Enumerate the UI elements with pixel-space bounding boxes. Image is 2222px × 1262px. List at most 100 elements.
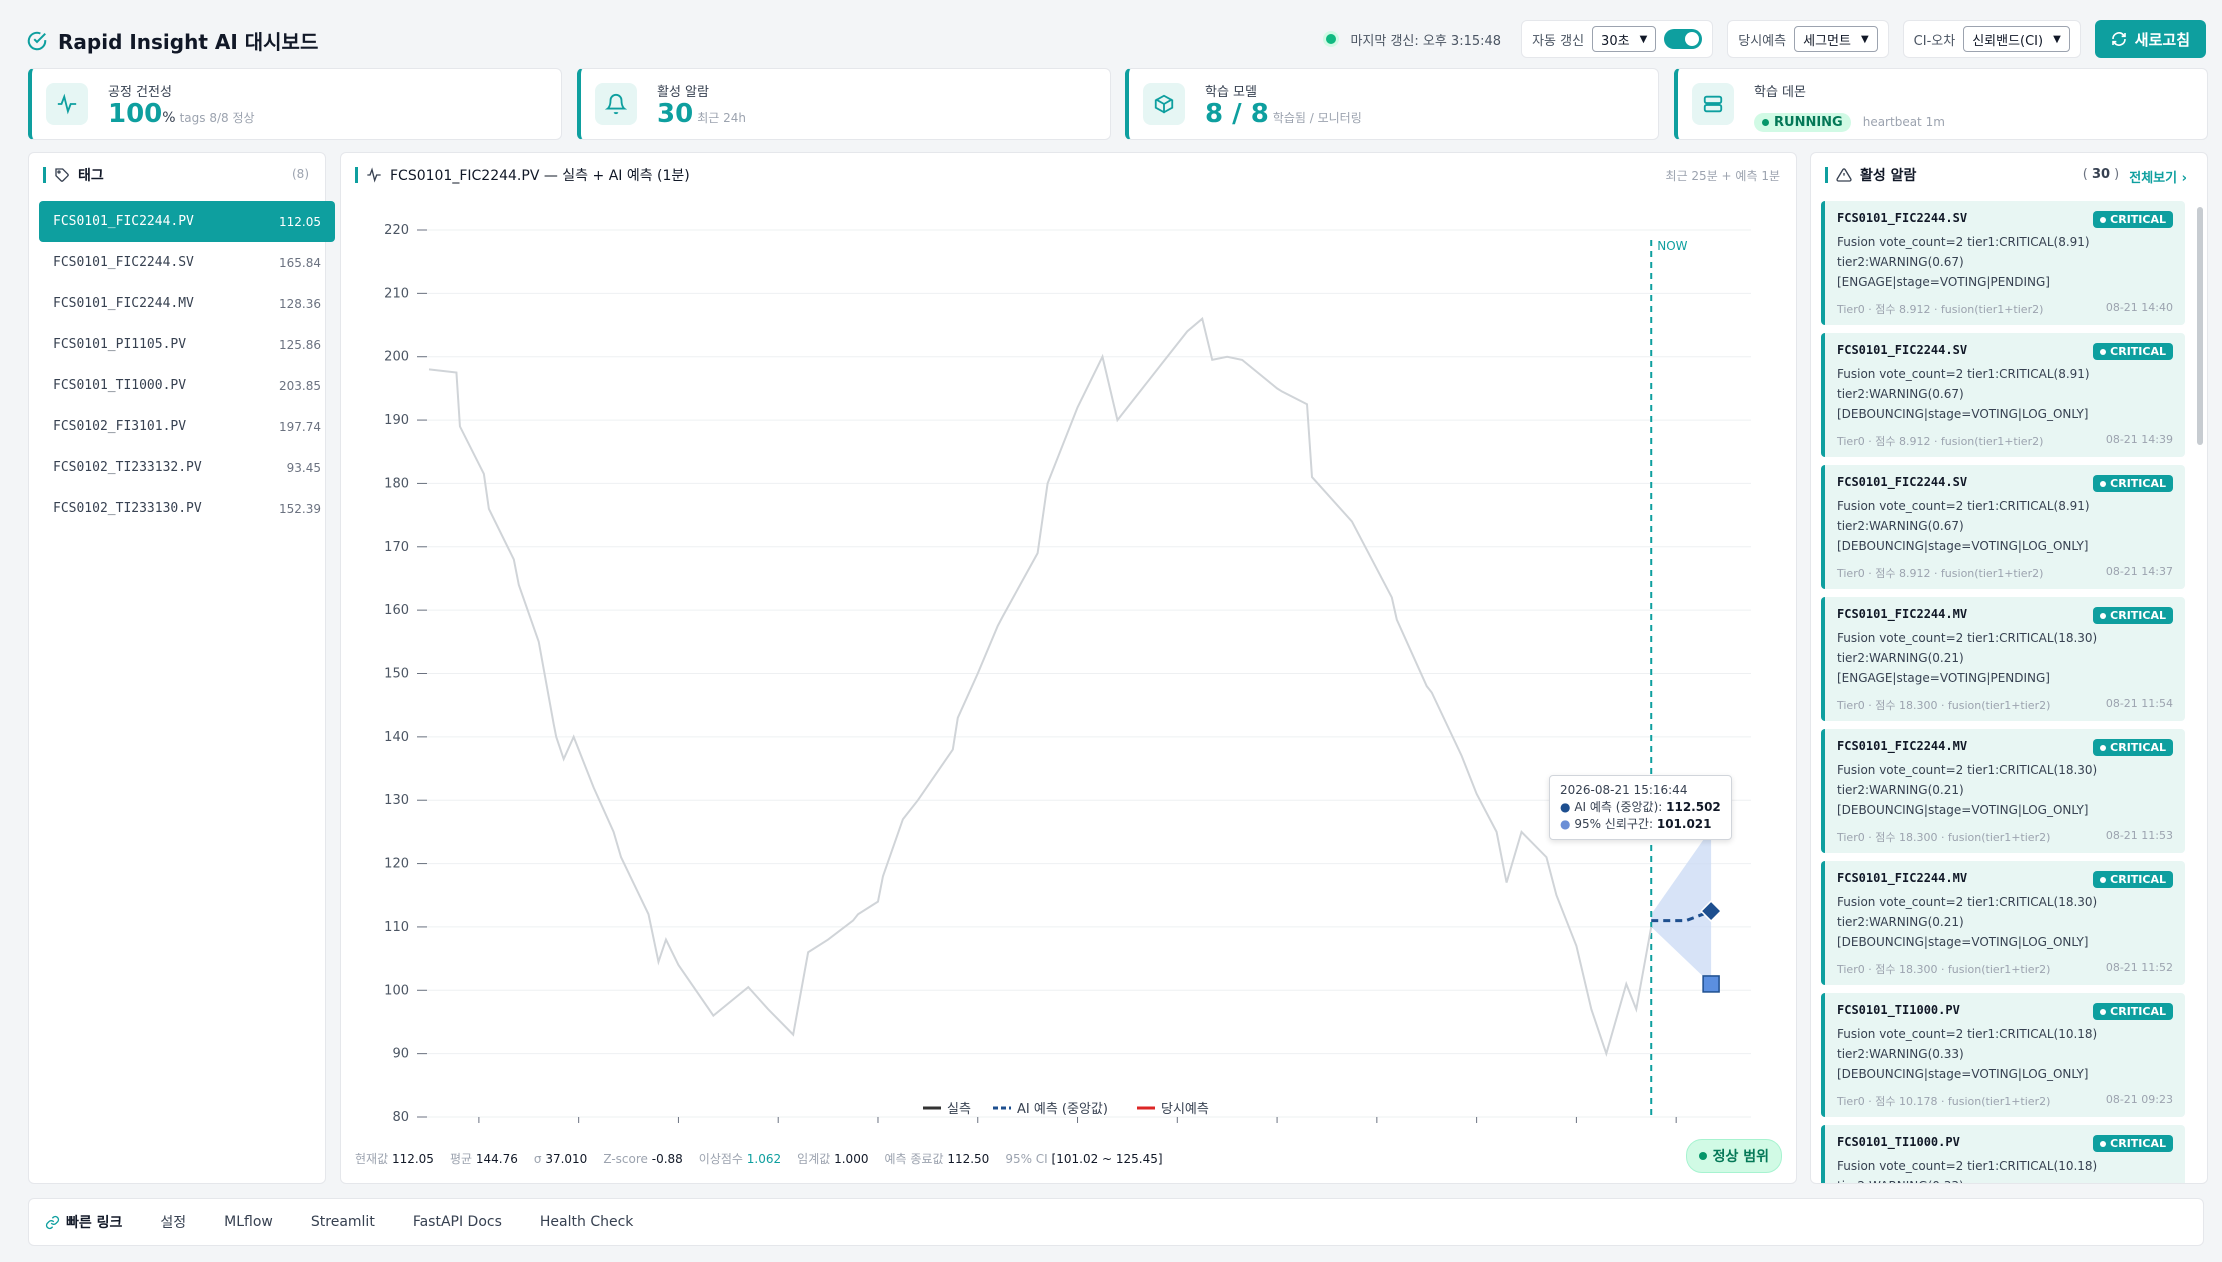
- tag-name: FCS0101_PI1105.PV: [53, 337, 187, 352]
- tag-item[interactable]: FCS0101_FIC2244.MV 128.36: [39, 283, 335, 324]
- alert-card[interactable]: FCS0101_TI1000.PV CRITICAL Fusion vote_cou…: [1821, 1125, 2185, 1183]
- cube-icon: [1143, 83, 1185, 125]
- line-chart[interactable]: 80 90 100 110 120 130 140 150 160 170 180 190 200 210…: [341, 153, 1798, 1133]
- alert-message: Fusion vote_count=2 tier1:CRITICAL(10.18…: [1837, 1156, 2173, 1183]
- kpi-label: 활성 알람: [657, 85, 709, 100]
- alert-card[interactable]: FCS0101_FIC2244.MV CRITICAL Fusion vote_co…: [1821, 597, 2185, 721]
- kpi-sub: 최근 24h: [697, 111, 746, 125]
- alert-message: Fusion vote_count=2 tier1:CRITICAL(8.91)…: [1837, 496, 2173, 556]
- alerts-panel-title: 활성 알람: [1825, 165, 1916, 185]
- y-tick-label: 110: [384, 920, 409, 935]
- tag-value: 128.36: [279, 296, 321, 311]
- tag-item[interactable]: FCS0102_TI233132.PV 93.45: [39, 447, 335, 488]
- chart-tooltip: 2026-08-21 15:16:44 ● AI 예측 (중앙값): 112.5…: [1549, 775, 1732, 840]
- kpi-sub: tags 8/8 정상: [179, 111, 255, 125]
- status-badge-text: 정상 범위: [1712, 1149, 1769, 1165]
- tag-value: 165.84: [279, 255, 321, 270]
- check-circle-icon: [27, 31, 47, 50]
- ci-label: CI-오차: [1913, 33, 1956, 49]
- alert-time: 08-21 14:40: [2105, 301, 2173, 314]
- tag-item[interactable]: FCS0102_TI233130.PV 152.39: [39, 488, 335, 529]
- alert-card[interactable]: FCS0101_FIC2244.SV CRITICAL Fusion vote_co…: [1821, 333, 2185, 457]
- tags-count: (8): [292, 167, 309, 181]
- tag-value: 112.05: [279, 214, 321, 229]
- critical-badge: CRITICAL: [2093, 1135, 2173, 1152]
- alert-line: Fusion vote_count=2 tier1:CRITICAL(18.30…: [1837, 895, 2098, 909]
- auto-refresh-toggle[interactable]: [1664, 29, 1703, 49]
- y-tick-label: 210: [384, 286, 409, 301]
- scrollbar[interactable]: [2197, 201, 2203, 1183]
- legend-label: 당시예측: [1161, 1102, 1209, 1117]
- warning-icon: [1836, 168, 1852, 182]
- alert-time: 08-21 11:53: [2105, 829, 2173, 842]
- link-mlflow[interactable]: MLflow: [224, 1214, 273, 1230]
- tooltip-ci-value: 101.021: [1656, 817, 1712, 831]
- critical-badge-text: CRITICAL: [2110, 1137, 2166, 1150]
- pulse-icon: [46, 83, 88, 125]
- tag-value: 125.86: [279, 337, 321, 352]
- alert-line: tier2:WARNING(0.67): [1837, 255, 1964, 269]
- y-tick-label: 100: [384, 983, 409, 998]
- tag-item[interactable]: FCS0101_FIC2244.SV 165.84: [39, 242, 335, 283]
- critical-badge-text: CRITICAL: [2110, 477, 2166, 490]
- view-all-link[interactable]: 전체보기 ›: [2129, 167, 2187, 186]
- alert-meta-text: Tier0 · 점수 18.300 · fusion(tier1+tier2): [1837, 699, 2051, 712]
- tag-name: FCS0102_TI233132.PV: [53, 460, 202, 475]
- auto-refresh-select[interactable]: 30초 ▼: [1592, 26, 1657, 52]
- tooltip-pred-row: ● AI 예측 (중앙값): 112.502: [1560, 800, 1721, 814]
- alert-card[interactable]: FCS0101_FIC2244.MV CRITICAL Fusion vote_co…: [1821, 729, 2185, 853]
- ci-band: [1651, 828, 1712, 984]
- alert-card[interactable]: FCS0101_FIC2244.MV CRITICAL Fusion vote_co…: [1821, 861, 2185, 985]
- alert-card[interactable]: FCS0101_FIC2244.SV CRITICAL Fusion vote_co…: [1821, 465, 2185, 589]
- kpi-value: 8 / 8 학습됨 / 모니터링: [1205, 99, 1362, 129]
- tag-item[interactable]: FCS0101_TI1000.PV 203.85: [39, 365, 335, 406]
- critical-badge: CRITICAL: [2093, 475, 2173, 492]
- auto-refresh-label: 자동 갱신: [1532, 33, 1585, 49]
- kpi-value-number: 8 / 8: [1205, 99, 1269, 129]
- alerts-count: ( 30 ): [2082, 167, 2120, 182]
- alert-meta: Tier0 · 점수 18.300 · fusion(tier1+tier2) 0…: [1837, 829, 2173, 845]
- tooltip-pred-value: 112.502: [1666, 800, 1721, 814]
- critical-badge: CRITICAL: [2093, 607, 2173, 624]
- tag-item[interactable]: FCS0102_FI3101.PV 197.74: [39, 406, 335, 447]
- refresh-button[interactable]: 새로고침: [2094, 20, 2206, 58]
- alert-message: Fusion vote_count=2 tier1:CRITICAL(18.30…: [1837, 628, 2173, 688]
- link-fastapi-docs[interactable]: FastAPI Docs: [413, 1214, 502, 1230]
- scrollbar-thumb[interactable]: [2197, 207, 2203, 445]
- tag-item[interactable]: FCS0101_PI1105.PV 125.86: [39, 324, 335, 365]
- link-health-check[interactable]: Health Check: [540, 1214, 634, 1230]
- kpi-value-number: 30: [657, 99, 694, 129]
- alert-time: 08-21 11:54: [2105, 697, 2173, 710]
- ci-select[interactable]: 신뢰밴드(CI) ▼: [1963, 26, 2070, 52]
- y-tick-label: 220: [384, 223, 409, 238]
- stat-threshold: 임계값 1.000: [797, 1152, 869, 1166]
- y-tick-label: 200: [384, 350, 409, 365]
- link-settings[interactable]: 설정: [160, 1212, 186, 1232]
- link-streamlit[interactable]: Streamlit: [311, 1214, 375, 1230]
- running-badge: RUNNING: [1754, 113, 1851, 132]
- critical-badge-text: CRITICAL: [2110, 741, 2166, 754]
- y-tick-label: 150: [384, 667, 409, 682]
- tooltip-pred-label: AI 예측 (중앙값):: [1574, 800, 1663, 814]
- tooltip-ci-row: ● 95% 신뢰구간: 101.021: [1560, 817, 1712, 831]
- tag-value: 152.39: [279, 501, 321, 516]
- forecast-control: 당시예측 세그먼트 ▼: [1727, 20, 1889, 58]
- tag-item[interactable]: FCS0101_FIC2244.PV 112.05: [39, 201, 335, 242]
- critical-badge-text: CRITICAL: [2110, 213, 2166, 226]
- kpi-unit: %: [162, 110, 176, 126]
- chevron-down-icon: ▼: [2053, 33, 2061, 45]
- kpi-sub: heartbeat 1m: [1862, 115, 1945, 129]
- alert-card[interactable]: FCS0101_TI1000.PV CRITICAL Fusion vote_cou…: [1821, 993, 2185, 1117]
- alert-line: Fusion vote_count=2 tier1:CRITICAL(18.30…: [1837, 631, 2098, 645]
- kpi-label: 공정 건전성: [108, 85, 172, 100]
- alert-time: 08-21 14:39: [2105, 433, 2173, 446]
- alert-meta: Tier0 · 점수 10.178 · fusion(tier1+tier2) 0…: [1837, 1093, 2173, 1109]
- forecast-select[interactable]: 세그먼트 ▼: [1794, 26, 1878, 52]
- alerts-panel: 활성 알람 ( 30 ) 전체보기 › FCS0101_FIC2244.SV CR…: [1810, 152, 2208, 1184]
- y-tick-label: 190: [384, 413, 409, 428]
- alert-card[interactable]: FCS0101_FIC2244.SV CRITICAL Fusion vote_co…: [1821, 201, 2185, 325]
- quick-links-title: 빠른 링크: [45, 1212, 122, 1232]
- alert-line: Fusion vote_count=2 tier1:CRITICAL(10.18…: [1837, 1027, 2098, 1041]
- ci-value: 신뢰밴드(CI): [1972, 33, 2044, 49]
- kpi-value-number: 100: [108, 99, 163, 129]
